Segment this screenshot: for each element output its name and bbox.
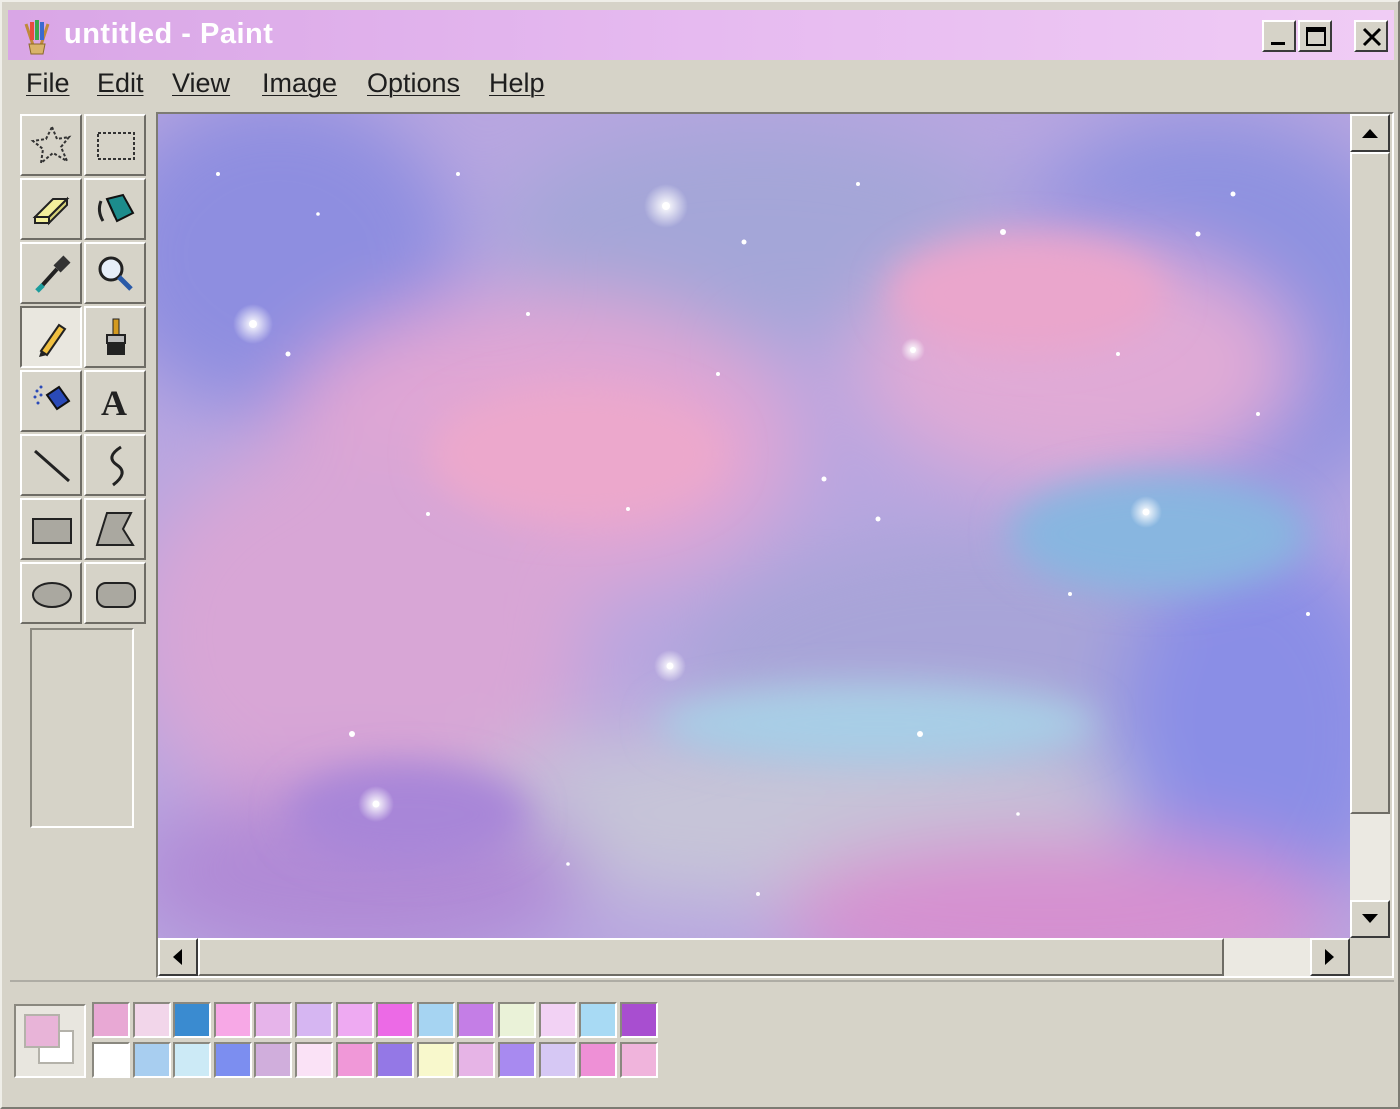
- curve-tool[interactable]: [84, 434, 146, 496]
- line-tool[interactable]: [20, 434, 82, 496]
- palette-swatch[interactable]: [579, 1002, 618, 1038]
- toolbox: A: [18, 112, 150, 624]
- free-form-select-icon: [30, 124, 72, 166]
- palette-swatch[interactable]: [254, 1002, 293, 1038]
- brush-icon: [106, 318, 126, 355]
- maximize-icon: [1306, 27, 1326, 46]
- drawing-canvas[interactable]: [158, 114, 1350, 938]
- palette-swatch[interactable]: [457, 1042, 496, 1078]
- horizontal-scroll-thumb[interactable]: [198, 938, 1224, 976]
- color-palette: [10, 994, 670, 1086]
- close-button[interactable]: [1354, 20, 1388, 52]
- arrow-down-icon: [1362, 914, 1378, 923]
- select-tool[interactable]: [84, 114, 146, 176]
- vertical-scrollbar[interactable]: [1350, 114, 1390, 938]
- palette-swatch[interactable]: [254, 1042, 293, 1078]
- palette-swatch[interactable]: [295, 1042, 333, 1078]
- palette-swatch[interactable]: [92, 1042, 130, 1078]
- palette-swatch[interactable]: [213, 1002, 252, 1038]
- rounded-rectangle-tool[interactable]: [84, 562, 146, 624]
- rectangle-select-icon: [97, 132, 135, 160]
- vertical-scroll-thumb[interactable]: [1350, 152, 1390, 814]
- palette-swatch[interactable]: [173, 1002, 212, 1038]
- eraser-icon: [32, 196, 70, 226]
- arrow-right-icon: [1325, 949, 1334, 965]
- menu-file[interactable]: File: [26, 68, 70, 99]
- text-a-icon: A: [101, 383, 127, 423]
- pick-color-tool[interactable]: [20, 242, 82, 304]
- palette-swatch[interactable]: [619, 1042, 658, 1078]
- ellipse-tool[interactable]: [20, 562, 82, 624]
- brush-tool[interactable]: [84, 306, 146, 368]
- palette-swatch[interactable]: [579, 1042, 618, 1078]
- palette-swatch[interactable]: [213, 1042, 252, 1078]
- divider: [10, 980, 1394, 982]
- foreground-color-swatch[interactable]: [24, 1014, 60, 1048]
- airbrush-icon: [33, 385, 71, 411]
- palette-swatch[interactable]: [173, 1042, 212, 1078]
- menu-help[interactable]: Help: [489, 68, 545, 99]
- minimize-button[interactable]: [1262, 20, 1296, 52]
- palette-swatch[interactable]: [335, 1002, 374, 1038]
- paint-bucket-icon: [97, 193, 135, 223]
- palette-swatch[interactable]: [457, 1002, 496, 1038]
- menu-edit[interactable]: Edit: [97, 68, 144, 99]
- arrow-up-icon: [1362, 129, 1378, 138]
- text-tool[interactable]: A: [84, 370, 146, 432]
- paint-window: untitled - Paint File Edit View Image Op…: [0, 0, 1400, 1109]
- palette-swatch[interactable]: [498, 1042, 536, 1078]
- tool-options-box[interactable]: [30, 628, 134, 828]
- polygon-icon: [95, 512, 135, 546]
- palette-swatch[interactable]: [132, 1002, 171, 1038]
- line-icon: [34, 449, 70, 483]
- rounded-rectangle-icon: [96, 582, 136, 608]
- palette-swatch[interactable]: [335, 1042, 374, 1078]
- close-icon: [1362, 27, 1382, 47]
- palette-swatch[interactable]: [132, 1042, 171, 1078]
- scroll-left-button[interactable]: [158, 938, 198, 976]
- canvas-frame: [156, 112, 1394, 978]
- palette-swatch[interactable]: [92, 1002, 130, 1038]
- palette-swatch[interactable]: [295, 1002, 333, 1038]
- scroll-up-button[interactable]: [1350, 114, 1390, 152]
- free-form-select-tool[interactable]: [20, 114, 82, 176]
- svg-text:A: A: [101, 383, 127, 423]
- palette-swatch[interactable]: [538, 1002, 577, 1038]
- pencil-tool[interactable]: [20, 306, 82, 368]
- menu-options[interactable]: Options: [367, 68, 460, 99]
- eraser-tool[interactable]: [20, 178, 82, 240]
- polygon-tool[interactable]: [84, 498, 146, 560]
- palette-swatch[interactable]: [376, 1042, 415, 1078]
- curve-icon: [110, 445, 124, 487]
- magnifier-tool[interactable]: [84, 242, 146, 304]
- pencil-icon: [39, 323, 67, 357]
- palette-swatch[interactable]: [416, 1042, 455, 1078]
- palette-swatch[interactable]: [498, 1002, 536, 1038]
- minimize-icon: [1271, 42, 1285, 45]
- current-colors-indicator[interactable]: [14, 1004, 86, 1078]
- magnifier-icon: [98, 256, 133, 291]
- maximize-button[interactable]: [1298, 20, 1332, 52]
- horizontal-scrollbar[interactable]: [158, 938, 1350, 976]
- rectangle-tool[interactable]: [20, 498, 82, 560]
- palette-swatch[interactable]: [416, 1002, 455, 1038]
- palette-swatch[interactable]: [538, 1042, 577, 1078]
- airbrush-tool[interactable]: [20, 370, 82, 432]
- scroll-right-button[interactable]: [1310, 938, 1350, 976]
- fill-with-color-tool[interactable]: [84, 178, 146, 240]
- arrow-left-icon: [173, 949, 182, 965]
- rectangle-icon: [32, 518, 72, 544]
- paint-app-icon: [24, 20, 50, 55]
- palette-swatch[interactable]: [376, 1002, 415, 1038]
- menu-view[interactable]: View: [172, 68, 230, 99]
- scroll-down-button[interactable]: [1350, 900, 1390, 938]
- ellipse-icon: [32, 582, 72, 608]
- window-title: untitled - Paint: [64, 18, 274, 50]
- palette-swatch[interactable]: [619, 1002, 658, 1038]
- eyedropper-icon: [35, 255, 71, 293]
- menu-image[interactable]: Image: [262, 68, 337, 99]
- title-bar[interactable]: untitled - Paint: [8, 10, 1394, 60]
